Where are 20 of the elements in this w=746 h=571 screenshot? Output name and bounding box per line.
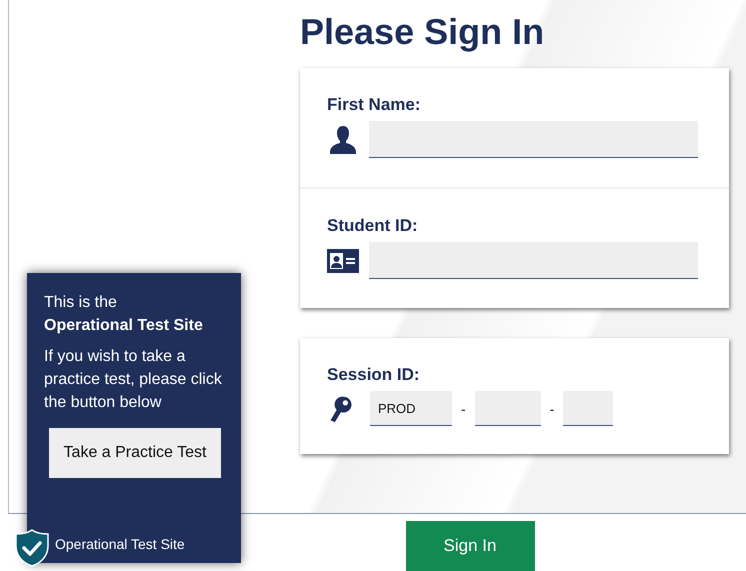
field-label: First Name: bbox=[327, 95, 421, 115]
separator-dash: - bbox=[461, 400, 466, 416]
field-label: Student ID: bbox=[327, 216, 418, 236]
intro-text: This is the bbox=[44, 293, 117, 313]
session-id-field[interactable]: PROD bbox=[370, 391, 452, 426]
id-card-icon bbox=[327, 248, 359, 272]
input-field[interactable] bbox=[369, 242, 698, 279]
session-id-field[interactable] bbox=[563, 391, 614, 426]
sign-in-button[interactable]: Sign In bbox=[406, 521, 534, 571]
separator-dash: - bbox=[550, 400, 554, 416]
shield-check-icon bbox=[14, 529, 50, 567]
site-badge-label: Operational Test Site bbox=[55, 535, 185, 554]
site-name: Operational Test Site bbox=[44, 316, 203, 336]
field-label: Session ID: bbox=[327, 365, 420, 385]
person-icon bbox=[327, 124, 359, 156]
practice-test-button[interactable]: Take a Practice Test bbox=[49, 428, 221, 478]
practice-message: If you wish to take a practice test, please click the button below bbox=[44, 347, 223, 413]
input-field[interactable] bbox=[369, 121, 698, 158]
session-id-field[interactable] bbox=[474, 391, 541, 426]
page-title: Please Sign In bbox=[300, 10, 546, 54]
